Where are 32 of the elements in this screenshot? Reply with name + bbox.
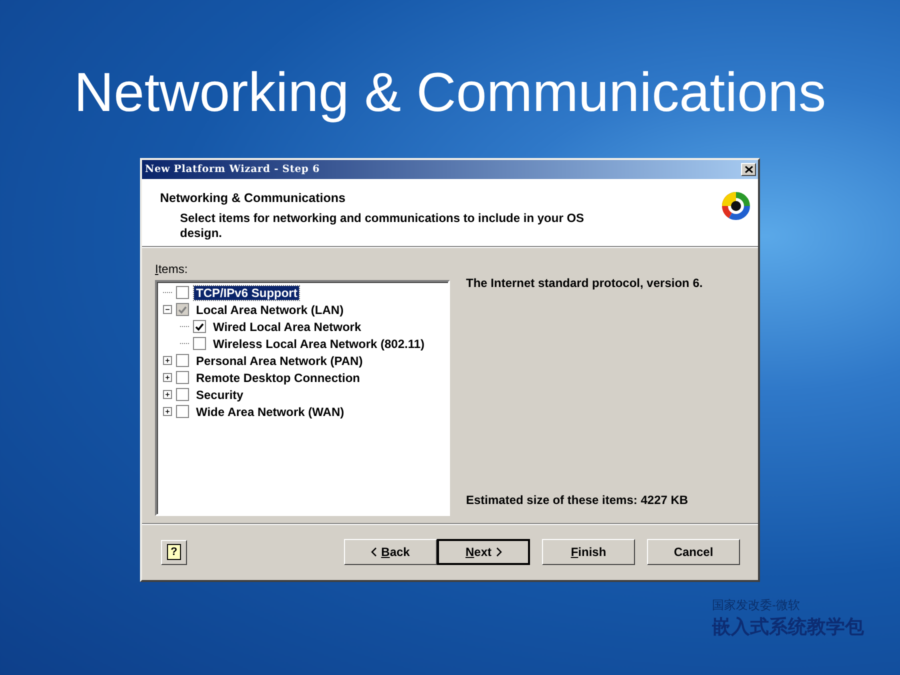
checkbox[interactable] bbox=[176, 388, 189, 401]
tree-item[interactable]: TCP/IPv6 Support bbox=[194, 286, 300, 300]
close-icon bbox=[744, 166, 752, 173]
window-title: New Platform Wizard - Step 6 bbox=[145, 164, 320, 175]
brand-subtitle: 国家发改委-微软 bbox=[712, 597, 801, 614]
header-subtitle: Select items for networking and communications to include in your OS design. bbox=[180, 211, 586, 241]
expand-icon[interactable] bbox=[163, 373, 172, 382]
tree-item[interactable]: Security bbox=[194, 388, 246, 402]
estimated-size: Estimated size of these items: 4227 KB bbox=[466, 493, 690, 507]
items-label: Items: bbox=[155, 262, 188, 276]
checkbox[interactable] bbox=[176, 354, 189, 367]
expand-icon[interactable] bbox=[163, 390, 172, 399]
chevron-left-icon bbox=[371, 547, 378, 557]
checkbox[interactable] bbox=[176, 405, 189, 418]
expand-icon[interactable] bbox=[163, 407, 172, 416]
dialog-button[interactable]: Cancel bbox=[647, 539, 740, 565]
checkbox[interactable] bbox=[176, 286, 189, 299]
checkbox[interactable] bbox=[176, 371, 189, 384]
back-button[interactable]: Back bbox=[344, 539, 437, 565]
next-button[interactable]: Next bbox=[437, 539, 530, 565]
header-title: Networking & Communications bbox=[160, 191, 346, 205]
ring-logo-icon bbox=[721, 191, 751, 221]
tree-item[interactable]: Personal Area Network (PAN) bbox=[194, 354, 365, 368]
help-button[interactable]: ? bbox=[161, 540, 187, 564]
expand-icon[interactable] bbox=[163, 356, 172, 365]
close-button[interactable] bbox=[741, 163, 756, 176]
tree-item[interactable]: Wide Area Network (WAN) bbox=[194, 404, 346, 418]
dialog-button[interactable]: Finish bbox=[542, 539, 635, 565]
chevron-right-icon bbox=[496, 547, 502, 557]
tree-item[interactable]: Remote Desktop Connection bbox=[194, 370, 362, 384]
slide-title: Networking & Communications bbox=[74, 60, 826, 124]
item-description: The Internet standard protocol, version 6. bbox=[466, 276, 704, 290]
